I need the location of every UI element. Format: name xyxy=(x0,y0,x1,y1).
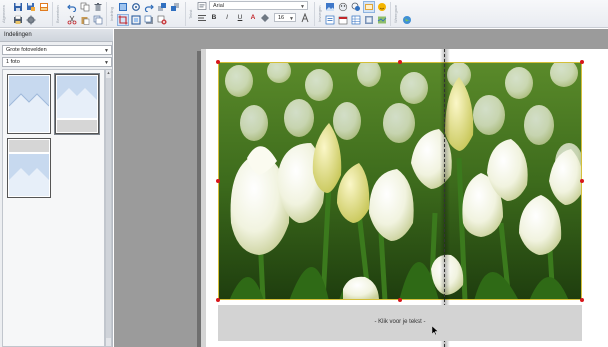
layout-grid-icon[interactable] xyxy=(118,2,128,12)
page-fold-shadow xyxy=(440,49,450,347)
underline-button[interactable]: U xyxy=(235,13,245,23)
chevron-down-icon: ▼ xyxy=(104,48,109,54)
layout-thumbnail[interactable] xyxy=(7,138,51,198)
chevron-down-icon: ▼ xyxy=(289,16,294,22)
group-label-edit: Bewerken xyxy=(55,5,60,23)
panel-scrollbar[interactable]: ▲ xyxy=(105,69,112,347)
toolbar-separator xyxy=(314,2,315,26)
bold-button[interactable]: B xyxy=(209,13,219,23)
resize-handle-right[interactable] xyxy=(580,179,584,183)
save-as-icon[interactable] xyxy=(26,2,36,12)
cut-scissors-icon[interactable] xyxy=(67,15,77,25)
layout-category-select[interactable]: Grote fotovelden ▼ xyxy=(2,45,112,55)
layout-thumbnail-selected[interactable] xyxy=(54,73,100,135)
group-label-view: Weergave xyxy=(393,4,398,24)
chevron-down-icon: ▼ xyxy=(104,60,109,66)
text-align-icon[interactable] xyxy=(197,13,207,23)
layout-thumbnail[interactable] xyxy=(7,74,51,134)
photo-count-select[interactable]: 1 foto ▼ xyxy=(2,57,112,67)
caption-placeholder: - Klik voor je tekst - xyxy=(374,319,426,325)
shadow-icon[interactable] xyxy=(144,15,154,25)
insert-clipart-icon[interactable] xyxy=(338,2,348,12)
group-label-general: Algemeen xyxy=(1,5,6,24)
group-label-layout: Indeling xyxy=(109,7,114,22)
undo-icon[interactable] xyxy=(67,2,77,12)
paste-icon[interactable] xyxy=(80,15,90,25)
resize-handle-top[interactable] xyxy=(398,60,402,64)
chevron-down-icon: ▼ xyxy=(300,4,305,10)
insert-calendar-icon[interactable] xyxy=(338,15,348,25)
group-label-insert: Invoegen xyxy=(317,5,322,23)
resize-handle-bottom[interactable] xyxy=(398,298,402,302)
scroll-up-icon[interactable]: ▲ xyxy=(106,70,111,76)
order-icon[interactable] xyxy=(39,2,49,12)
toolbar-separator xyxy=(185,2,186,26)
resize-handle-bottom-right[interactable] xyxy=(580,298,584,302)
panel-header: Indelingen xyxy=(0,29,113,42)
bring-forward-icon[interactable] xyxy=(157,2,167,12)
print-preview-icon[interactable] xyxy=(13,15,23,25)
remove-item-icon[interactable] xyxy=(157,15,167,25)
insert-background-icon[interactable] xyxy=(363,1,375,13)
insert-text-icon[interactable] xyxy=(325,15,335,25)
editor-canvas: - Klik voor je tekst - xyxy=(114,29,608,347)
photo-count-value: 1 foto xyxy=(6,59,20,65)
mouse-cursor-icon xyxy=(431,325,439,336)
toolbar-separator xyxy=(390,2,391,26)
resize-handle-top-left[interactable] xyxy=(216,60,220,64)
tulip-photo xyxy=(219,63,581,299)
italic-button[interactable]: I xyxy=(222,13,232,23)
insert-map-icon[interactable] xyxy=(377,15,387,25)
font-family-value: Arial xyxy=(213,3,225,9)
font-size-select[interactable]: 16 ▼ xyxy=(274,13,296,22)
font-color-button[interactable]: A xyxy=(248,13,258,23)
redo-icon[interactable] xyxy=(144,2,154,12)
panel-title: Indelingen xyxy=(4,32,32,38)
crop-icon[interactable] xyxy=(117,14,129,26)
duplicate-icon[interactable] xyxy=(93,15,103,25)
insert-photo-icon[interactable] xyxy=(325,2,335,12)
layouts-panel: Indelingen Grote fotovelden ▼ 1 foto ▼ ▲ xyxy=(0,29,113,347)
send-backward-icon[interactable] xyxy=(170,2,180,12)
font-family-select[interactable]: Arial ▼ xyxy=(209,1,308,10)
insert-table-icon[interactable] xyxy=(351,15,361,25)
caption-text-box[interactable]: - Klik voor je tekst - xyxy=(218,305,582,341)
font-size-value: 16 xyxy=(278,15,285,21)
layout-category-value: Grote fotovelden xyxy=(6,47,47,53)
group-label-text: Tekst xyxy=(188,9,193,19)
insert-frame-icon[interactable] xyxy=(364,15,374,25)
delete-trash-icon[interactable] xyxy=(93,2,103,12)
insert-shape-icon[interactable] xyxy=(351,2,361,12)
page-fold-line xyxy=(444,49,445,347)
insert-emoji-icon[interactable] xyxy=(377,2,387,12)
photo-frame[interactable] xyxy=(218,62,582,300)
frame-icon[interactable] xyxy=(131,15,141,25)
resize-handle-left[interactable] xyxy=(216,179,220,183)
toolbar: Algemeen Bewerken Indeling Tekst Arial ▼… xyxy=(0,0,608,28)
save-icon[interactable] xyxy=(13,2,23,12)
resize-handle-top-right[interactable] xyxy=(580,60,584,64)
settings-gear-icon[interactable] xyxy=(26,15,36,25)
toolbar-separator xyxy=(52,2,53,26)
copy-icon[interactable] xyxy=(80,2,90,12)
resize-handle-bottom-left[interactable] xyxy=(216,298,220,302)
text-effects-icon[interactable] xyxy=(260,13,270,23)
rotate-icon[interactable] xyxy=(131,2,141,12)
toolbar-separator xyxy=(106,2,107,26)
scrollbar-thumb[interactable] xyxy=(106,78,111,338)
text-size-icon[interactable] xyxy=(300,13,310,23)
text-box-icon[interactable] xyxy=(197,1,207,11)
view-globe-icon[interactable] xyxy=(402,15,412,25)
layout-thumbnail-list xyxy=(2,69,105,347)
